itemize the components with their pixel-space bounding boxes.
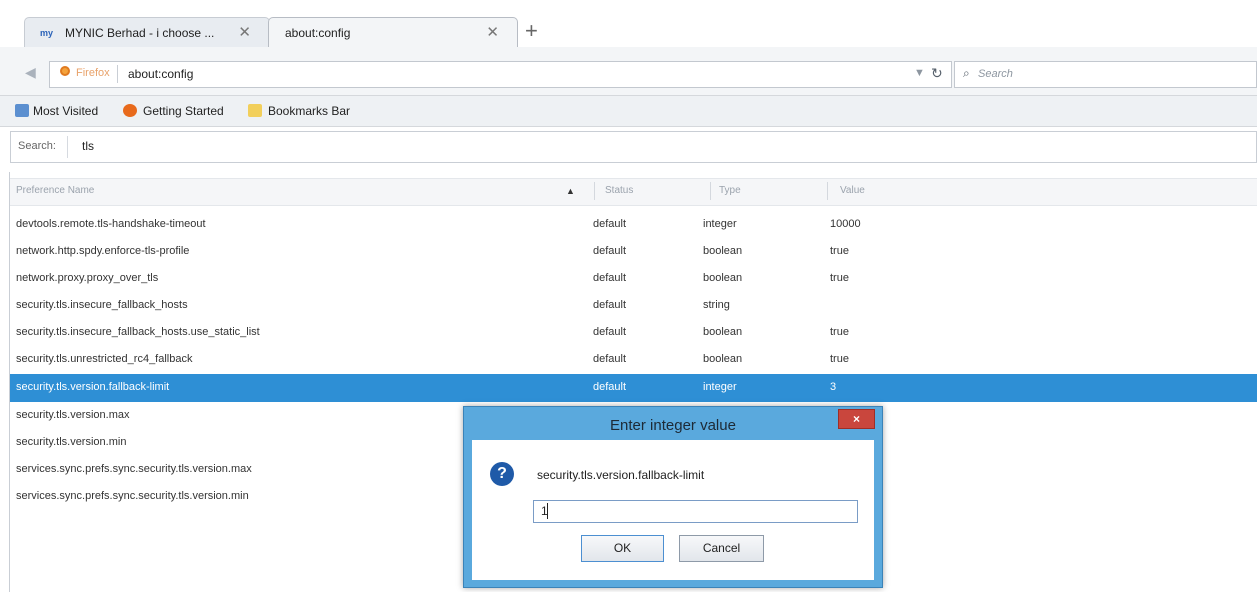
most-visited-icon	[15, 104, 29, 117]
pref-value: 10000	[830, 218, 861, 230]
firefox-icon	[123, 104, 137, 117]
pref-name: security.tls.unrestricted_rc4_fallback	[16, 353, 193, 365]
pref-name: security.tls.version.max	[16, 409, 130, 421]
config-search-box[interactable]	[10, 131, 1257, 163]
table-row[interactable]: security.tls.insecure_fallback_hosts def…	[10, 292, 1257, 320]
pref-type: string	[703, 299, 730, 311]
text-caret	[547, 503, 548, 519]
pref-status: default	[593, 218, 627, 230]
column-separator[interactable]	[827, 182, 828, 200]
pref-type: integer	[703, 381, 737, 393]
config-search-separator	[67, 136, 68, 158]
reload-icon[interactable]: ↻	[931, 65, 943, 82]
table-row[interactable]: network.http.spdy.enforce-tls-profile de…	[10, 238, 1257, 266]
pref-name: devtools.remote.tls-handshake-timeout	[16, 218, 206, 230]
search-icon: ⌕	[963, 66, 970, 80]
table-header	[10, 178, 1257, 206]
pref-name: security.tls.version.fallback-limit	[16, 381, 170, 393]
bookmark-most-visited[interactable]: Most Visited	[33, 104, 98, 118]
pref-type: boolean	[703, 326, 743, 338]
url-separator	[117, 65, 118, 83]
tab-about-config[interactable]: about:config ✕	[268, 17, 518, 47]
question-icon: ?	[490, 462, 514, 486]
bookmark-getting-started[interactable]: Getting Started	[143, 104, 224, 118]
close-icon[interactable]: ✕	[238, 23, 251, 41]
pref-status: default	[593, 245, 627, 257]
config-search-label: Search:	[18, 140, 56, 152]
pref-status: default	[593, 272, 627, 284]
cancel-button[interactable]: Cancel	[679, 535, 764, 562]
history-dropdown-icon[interactable]: ▼	[914, 67, 925, 79]
table-row-selected[interactable]: security.tls.version.fallback-limit defa…	[10, 374, 1257, 402]
pref-name: security.tls.insecure_fallback_hosts	[16, 299, 188, 311]
new-tab-plus-icon[interactable]: +	[525, 18, 538, 44]
search-placeholder: Search	[978, 68, 1013, 80]
table-row[interactable]: devtools.remote.tls-handshake-timeout de…	[10, 211, 1257, 239]
pref-status: default	[593, 381, 627, 393]
column-header-value[interactable]: Value	[840, 185, 865, 196]
table-row[interactable]: security.tls.unrestricted_rc4_fallback d…	[10, 346, 1257, 374]
tab-title: about:config	[285, 26, 351, 40]
mynic-favicon-icon: my	[40, 28, 54, 38]
dialog-close-button[interactable]: ×	[838, 409, 875, 429]
tab-mynic[interactable]: my MYNIC Berhad - i choose ... ✕	[24, 17, 270, 47]
pref-name: security.tls.version.min	[16, 436, 127, 448]
tab-title: MYNIC Berhad - i choose ...	[65, 26, 215, 40]
pref-status: default	[593, 326, 627, 338]
close-icon[interactable]: ✕	[486, 23, 499, 41]
pref-name: security.tls.insecure_fallback_hosts.use…	[16, 326, 260, 338]
pref-value: true	[830, 353, 849, 365]
sort-ascending-icon[interactable]: ▲	[566, 186, 575, 196]
column-header-status[interactable]: Status	[605, 185, 633, 196]
identity-label: Firefox	[76, 67, 110, 79]
pref-type: boolean	[703, 245, 743, 257]
ok-button[interactable]: OK	[581, 535, 664, 562]
pref-name: network.http.spdy.enforce-tls-profile	[16, 245, 190, 257]
column-header-type[interactable]: Type	[719, 185, 741, 196]
url-text[interactable]: about:config	[128, 67, 193, 81]
firefox-identity-icon[interactable]	[60, 66, 70, 76]
pref-name: services.sync.prefs.sync.security.tls.ve…	[16, 463, 252, 475]
table-row[interactable]: security.tls.insecure_fallback_hosts.use…	[10, 319, 1257, 347]
column-separator[interactable]	[710, 182, 711, 200]
pref-value: true	[830, 326, 849, 338]
config-search-input[interactable]: tls	[82, 139, 94, 153]
folder-icon	[248, 104, 262, 117]
dialog-message: security.tls.version.fallback-limit	[537, 468, 705, 482]
back-arrow-icon[interactable]: ◀	[25, 64, 43, 82]
pref-value: true	[830, 245, 849, 257]
pref-name: services.sync.prefs.sync.security.tls.ve…	[16, 490, 249, 502]
dialog-title: Enter integer value	[610, 417, 736, 434]
pref-type: boolean	[703, 353, 743, 365]
pref-status: default	[593, 353, 627, 365]
pref-value: 3	[830, 381, 837, 393]
pref-type: boolean	[703, 272, 743, 284]
pref-status: default	[593, 299, 627, 311]
pref-name: network.proxy.proxy_over_tls	[16, 272, 159, 284]
pref-value: true	[830, 272, 849, 284]
integer-input[interactable]	[533, 500, 858, 523]
column-header-name[interactable]: Preference Name	[16, 185, 94, 196]
table-row[interactable]: network.proxy.proxy_over_tls default boo…	[10, 265, 1257, 293]
bookmark-bookmarks-bar[interactable]: Bookmarks Bar	[268, 104, 350, 118]
column-separator[interactable]	[594, 182, 595, 200]
pref-type: integer	[703, 218, 737, 230]
